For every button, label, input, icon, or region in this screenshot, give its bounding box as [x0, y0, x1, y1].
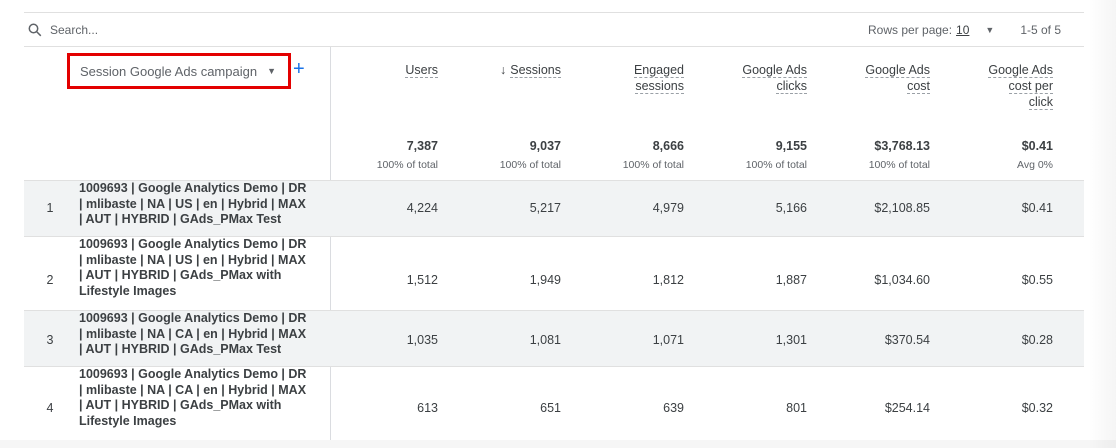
table-row[interactable]: 1 1009693 | Google Analytics Demo | DR |…	[24, 180, 1084, 236]
cell-sessions: 1,081	[529, 333, 561, 347]
pagination: Rows per page: 10 ▼ 1-5 of 5	[868, 21, 1061, 39]
cell-ads-cpc: $0.32	[1021, 401, 1053, 415]
cell-sessions: 651	[540, 401, 561, 415]
table-row[interactable]: 3 1009693 | Google Analytics Demo | DR |…	[24, 310, 1084, 366]
sort-down-icon: ↓	[500, 63, 507, 77]
campaign-line: | mlibaste | NA | US | en | Hybrid | MAX	[79, 252, 306, 267]
rows-per-page-label: Rows per page:	[868, 23, 953, 37]
column-header-ads-cpc[interactable]: Google Ads cost per click	[913, 62, 1053, 110]
scroll-shadow	[1088, 0, 1116, 448]
header-label: click	[1028, 95, 1053, 110]
cell-engaged-sessions: 4,979	[652, 201, 684, 215]
cell-ads-cpc: $0.41	[1021, 201, 1053, 215]
campaign-line: | AUT | HYBRID | GAds_PMax with	[79, 268, 282, 282]
total-value: 9,037	[529, 139, 561, 153]
total-percent: 100% of total	[499, 159, 561, 171]
campaign-line: 1009693 | Google Analytics Demo | DR	[79, 367, 307, 381]
cell-ads-clicks: 5,166	[775, 201, 807, 215]
cell-ads-clicks: 801	[786, 401, 807, 415]
total-value: 8,666	[652, 139, 684, 153]
campaign-line: | AUT | HYBRID | GAds_PMax Test	[79, 212, 282, 226]
dropdown-caret-icon[interactable]: ▼	[985, 25, 994, 35]
total-percent: 100% of total	[622, 159, 684, 171]
total-value: 9,155	[775, 139, 807, 153]
cell-users: 1,512	[406, 273, 438, 287]
chevron-down-icon: ▼	[267, 66, 276, 76]
total-value: $0.41	[1021, 139, 1053, 153]
cell-engaged-sessions: 1,071	[652, 333, 684, 347]
row-index: 2	[46, 273, 54, 287]
cell-sessions: 5,217	[529, 201, 561, 215]
total-value: $3,768.13	[874, 139, 930, 153]
total-ads-cpc: $0.41 Avg 0%	[913, 139, 1053, 171]
cell-ads-cost: $2,108.85	[874, 201, 930, 215]
campaign-line: | mlibaste | NA | CA | en | Hybrid | MAX	[79, 326, 307, 341]
search-icon	[28, 23, 42, 37]
total-engaged-sessions: 8,666 100% of total	[544, 139, 684, 171]
cell-ads-cost: $370.54	[884, 333, 930, 347]
cell-ads-cost: $254.14	[884, 401, 930, 415]
column-header-ads-clicks[interactable]: Google Ads clicks	[667, 62, 807, 94]
cell-ads-cpc: $0.55	[1021, 273, 1053, 287]
header-divider	[24, 46, 1084, 47]
dimension-label: Session Google Ads campaign	[80, 63, 258, 79]
cell-ads-cost: $1,034.60	[874, 273, 930, 287]
total-ads-clicks: 9,155 100% of total	[667, 139, 807, 171]
top-divider	[24, 12, 1084, 13]
campaign-line: | AUT | HYBRID | GAds_PMax Test	[79, 342, 282, 356]
cell-ads-clicks: 1,301	[775, 333, 807, 347]
column-header-engaged-sessions[interactable]: Engaged sessions	[544, 62, 684, 94]
total-percent: 100% of total	[745, 159, 807, 171]
header-label: cost per	[1008, 79, 1053, 94]
total-sessions: 9,037 100% of total	[421, 139, 561, 171]
dimension-selector[interactable]: Session Google Ads campaign ▼	[67, 53, 291, 89]
campaign-name[interactable]: 1009693 | Google Analytics Demo | DR | m…	[79, 367, 329, 429]
cell-engaged-sessions: 639	[663, 401, 684, 415]
cell-ads-clicks: 1,887	[775, 273, 807, 287]
header-label: Google Ads	[988, 63, 1053, 78]
column-header-sessions[interactable]: ↓ Sessions	[421, 62, 561, 78]
cell-engaged-sessions: 1,812	[652, 273, 684, 287]
total-percent: 100% of total	[376, 159, 438, 171]
pagination-range: 1-5 of 5	[1020, 23, 1062, 37]
cell-users: 1,035	[406, 333, 438, 347]
campaign-line: 1009693 | Google Analytics Demo | DR	[79, 181, 307, 195]
column-header-users[interactable]: Users	[298, 62, 438, 78]
campaign-line: | mlibaste | NA | US | en | Hybrid | MAX	[79, 196, 306, 211]
table-row[interactable]: 4 1009693 | Google Analytics Demo | DR |…	[24, 366, 1084, 440]
table-row[interactable]: 2 1009693 | Google Analytics Demo | DR |…	[24, 236, 1084, 310]
row-index: 3	[46, 333, 54, 347]
total-percent: Avg 0%	[1017, 159, 1053, 171]
column-header-ads-cost[interactable]: Google Ads cost	[790, 62, 930, 94]
cell-users: 4,224	[406, 201, 438, 215]
total-users: 7,387 100% of total	[298, 139, 438, 171]
row-index: 1	[46, 201, 54, 215]
next-row-peek	[0, 440, 1116, 448]
total-ads-cost: $3,768.13 100% of total	[790, 139, 930, 171]
campaign-line: | AUT | HYBRID | GAds_PMax with	[79, 398, 282, 412]
cell-sessions: 1,949	[529, 273, 561, 287]
total-percent: 100% of total	[868, 159, 930, 171]
campaign-line: 1009693 | Google Analytics Demo | DR	[79, 311, 307, 325]
cell-users: 613	[417, 401, 438, 415]
campaign-line: Lifestyle Images	[79, 283, 177, 298]
campaign-line: | mlibaste | NA | CA | en | Hybrid | MAX	[79, 382, 307, 397]
search-input[interactable]: Search...	[50, 23, 98, 37]
row-index: 4	[46, 401, 54, 415]
total-value: 7,387	[406, 139, 438, 153]
search-box[interactable]: Search...	[28, 21, 98, 39]
campaign-name[interactable]: 1009693 | Google Analytics Demo | DR | m…	[79, 237, 329, 299]
campaign-line: Lifestyle Images	[79, 413, 177, 428]
campaign-name[interactable]: 1009693 | Google Analytics Demo | DR | m…	[79, 311, 329, 358]
rows-per-page-select[interactable]: 10	[956, 23, 969, 37]
cell-ads-cpc: $0.28	[1021, 333, 1053, 347]
campaign-name[interactable]: 1009693 | Google Analytics Demo | DR | m…	[79, 181, 329, 228]
campaign-line: 1009693 | Google Analytics Demo | DR	[79, 237, 307, 251]
